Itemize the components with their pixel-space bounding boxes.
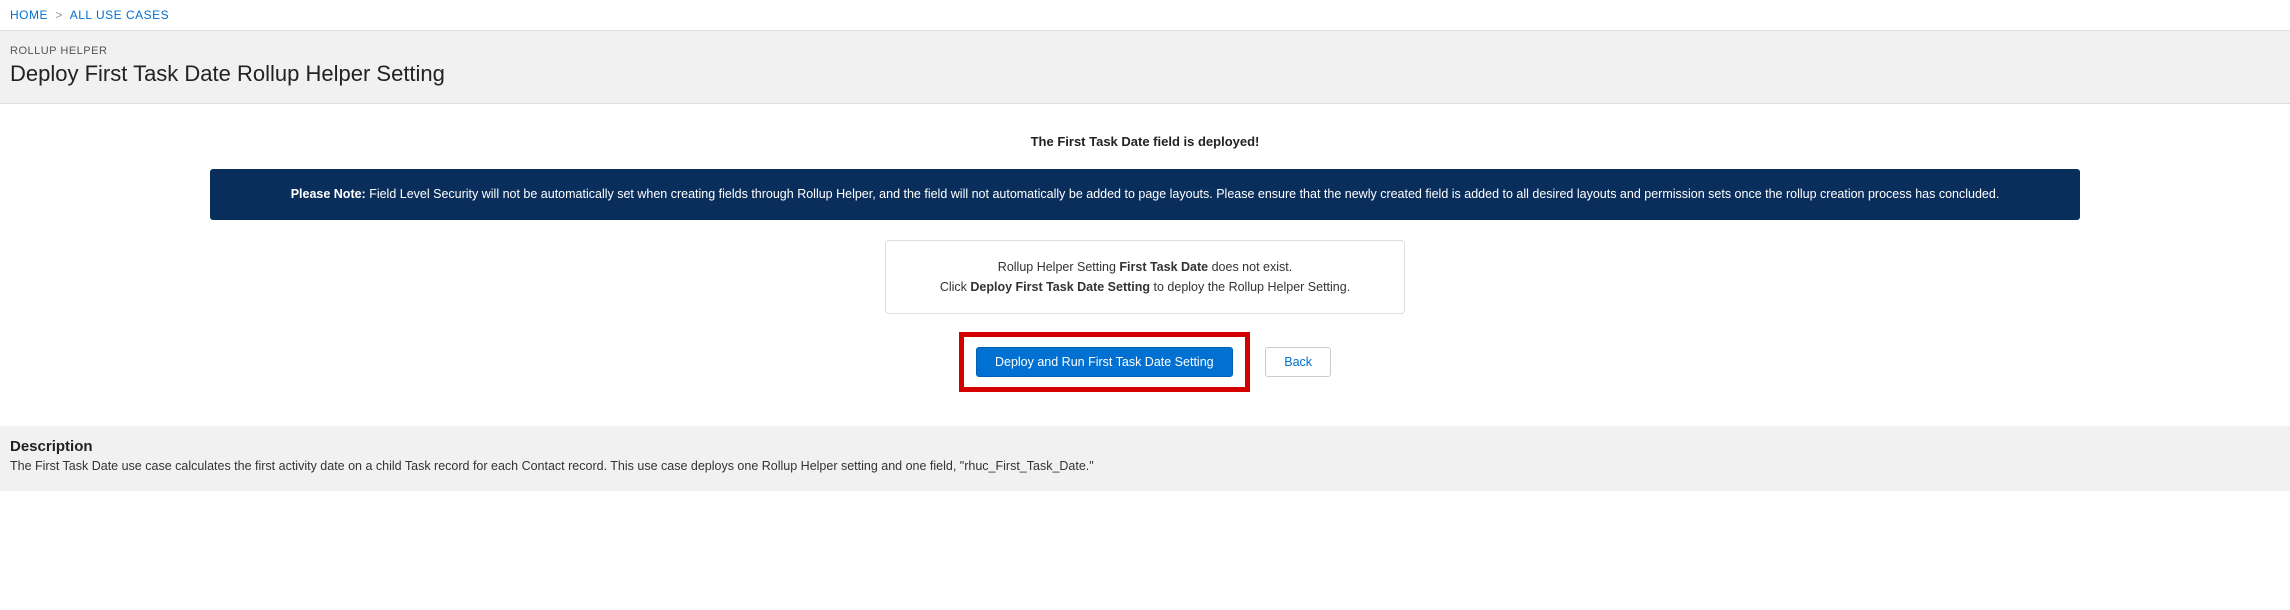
deploy-button-highlight: Deploy and Run First Task Date Setting: [959, 332, 1250, 392]
instruction-line-2: Click Deploy First Task Date Setting to …: [906, 277, 1384, 297]
page-title: Deploy First Task Date Rollup Helper Set…: [10, 61, 2280, 87]
field-security-notice: Please Note: Field Level Security will n…: [210, 169, 2080, 220]
description-section: Description The First Task Date use case…: [0, 426, 2290, 491]
description-title: Description: [10, 438, 2280, 455]
notice-prefix: Please Note:: [291, 187, 366, 201]
header-eyebrow: ROLLUP HELPER: [10, 45, 2280, 57]
main-content: The First Task Date field is deployed! P…: [0, 104, 2290, 402]
description-body: The First Task Date use case calculates …: [10, 459, 2280, 473]
breadcrumb-all-use-cases-link[interactable]: ALL USE CASES: [70, 8, 169, 22]
breadcrumb-separator: >: [55, 8, 62, 22]
notice-body: Field Level Security will not be automat…: [366, 187, 2000, 201]
breadcrumb-home-link[interactable]: HOME: [10, 8, 48, 22]
back-button[interactable]: Back: [1265, 347, 1331, 377]
instruction-box: Rollup Helper Setting First Task Date do…: [885, 240, 1405, 314]
breadcrumb: HOME > ALL USE CASES: [0, 0, 2290, 31]
instruction-line-1: Rollup Helper Setting First Task Date do…: [906, 257, 1384, 277]
deploy-status-message: The First Task Date field is deployed!: [10, 134, 2280, 149]
action-button-row: Deploy and Run First Task Date Setting B…: [10, 332, 2280, 392]
deploy-and-run-button[interactable]: Deploy and Run First Task Date Setting: [976, 347, 1233, 377]
page-header: ROLLUP HELPER Deploy First Task Date Rol…: [0, 31, 2290, 104]
